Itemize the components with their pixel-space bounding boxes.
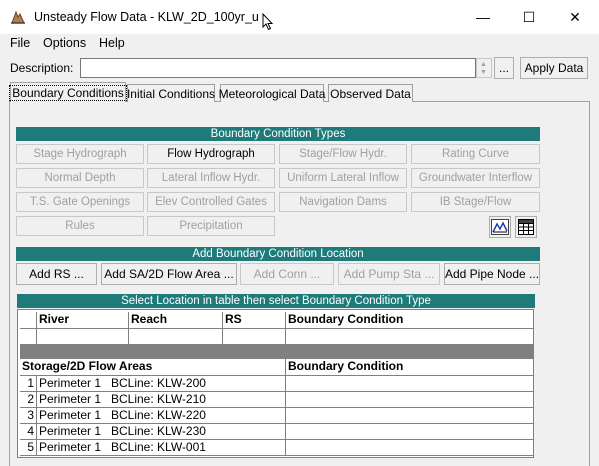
add-sa-2d-flow-area-button[interactable]: Add SA/2D Flow Area ... xyxy=(101,263,237,285)
stage-hydrograph-button[interactable]: Stage Hydrograph xyxy=(16,144,144,164)
normal-depth-button[interactable]: Normal Depth xyxy=(16,168,144,188)
description-input[interactable] xyxy=(80,58,476,78)
hydrograph-plot-icon xyxy=(491,219,509,235)
bcline-name[interactable]: BCLine: KLW-210 xyxy=(108,392,286,408)
apply-data-button[interactable]: Apply Data xyxy=(520,57,588,79)
reach-cell[interactable] xyxy=(129,329,223,345)
row-number-cell xyxy=(20,329,37,345)
tab-label: Initial Conditions xyxy=(126,86,216,101)
add-pipe-node-button[interactable]: Add Pipe Node ... xyxy=(444,263,540,285)
row-number: 2 xyxy=(20,392,37,408)
description-more-button[interactable]: ... xyxy=(494,57,514,79)
description-scroll-spinner[interactable]: ▲ ▼ xyxy=(476,58,492,78)
add-pump-station-button[interactable]: Add Pump Sta ... xyxy=(338,263,440,285)
add-conn-button[interactable]: Add Conn ... xyxy=(240,263,334,285)
column-header-reach[interactable]: Reach xyxy=(129,312,223,329)
storage-area-name[interactable]: Perimeter 1 xyxy=(37,392,108,408)
tab-label: Boundary Conditions xyxy=(9,84,127,101)
boundary-condition-cell[interactable] xyxy=(286,408,533,424)
minimize-button[interactable]: — xyxy=(460,0,506,34)
storage-area-name[interactable]: Perimeter 1 xyxy=(37,408,108,424)
hydrograph-plot-button[interactable] xyxy=(489,216,511,238)
add-rs-button[interactable]: Add RS ... xyxy=(16,263,97,285)
column-header-storage-boundary-condition[interactable]: Boundary Condition xyxy=(286,359,533,376)
column-header-storage-2d-flow-areas[interactable]: Storage/2D Flow Areas xyxy=(20,359,286,376)
boundary-condition-cell[interactable] xyxy=(286,329,533,345)
storage-area-name[interactable]: Perimeter 1 xyxy=(37,424,108,440)
flow-hydrograph-button[interactable]: Flow Hydrograph xyxy=(147,144,275,164)
column-header-river[interactable]: River xyxy=(37,312,129,329)
stage-flow-hydrograph-button[interactable]: Stage/Flow Hydr. xyxy=(279,144,407,164)
storage-area-name[interactable]: Perimeter 1 xyxy=(37,440,108,456)
column-header-boundary-condition[interactable]: Boundary Condition xyxy=(286,312,533,329)
menu-bar: File Options Help xyxy=(0,34,599,54)
menu-help[interactable]: Help xyxy=(99,36,125,50)
close-button[interactable]: ✕ xyxy=(552,0,598,34)
spin-up-icon[interactable]: ▲ xyxy=(480,61,487,69)
rules-button[interactable]: Rules xyxy=(16,216,144,236)
mouse-cursor-icon xyxy=(262,13,274,31)
boundary-condition-cell[interactable] xyxy=(286,440,533,456)
row-number: 1 xyxy=(20,376,37,392)
tab-meteorological-data[interactable]: Meteorological Data xyxy=(218,84,326,102)
row-header-corner xyxy=(20,312,37,329)
tab-label: Observed Data xyxy=(330,86,411,101)
add-location-header: Add Boundary Condition Location xyxy=(16,247,540,261)
storage-area-name[interactable]: Perimeter 1 xyxy=(37,376,108,392)
menu-options[interactable]: Options xyxy=(43,36,86,50)
table-view-button[interactable] xyxy=(515,216,537,238)
navigation-dams-button[interactable]: Navigation Dams xyxy=(279,192,407,212)
river-cell[interactable] xyxy=(37,329,129,345)
bcline-name[interactable]: BCLine: KLW-220 xyxy=(108,408,286,424)
boundary-condition-cell[interactable] xyxy=(286,424,533,440)
menu-file[interactable]: File xyxy=(10,36,30,50)
rating-curve-button[interactable]: Rating Curve xyxy=(411,144,540,164)
tab-initial-conditions[interactable]: Initial Conditions xyxy=(127,84,215,102)
lateral-inflow-hydrograph-button[interactable]: Lateral Inflow Hydr. xyxy=(147,168,275,188)
window-title: Unsteady Flow Data - KLW_2D_100yr_u xyxy=(34,10,259,24)
ts-gate-openings-button[interactable]: T.S. Gate Openings xyxy=(16,192,144,212)
column-header-rs[interactable]: RS xyxy=(223,312,286,329)
tab-observed-data[interactable]: Observed Data xyxy=(328,84,413,102)
row-number: 3 xyxy=(20,408,37,424)
spin-down-icon[interactable]: ▼ xyxy=(480,69,487,77)
row-number: 4 xyxy=(20,424,37,440)
maximize-button[interactable]: ☐ xyxy=(506,0,552,34)
boundary-condition-cell[interactable] xyxy=(286,376,533,392)
bcline-name[interactable]: BCLine: KLW-230 xyxy=(108,424,286,440)
uniform-lateral-inflow-button[interactable]: Uniform Lateral Inflow xyxy=(279,168,407,188)
boundary-condition-cell[interactable] xyxy=(286,392,533,408)
bc-types-header: Boundary Condition Types xyxy=(16,127,540,141)
precipitation-button[interactable]: Precipitation xyxy=(147,216,275,236)
bcline-name[interactable]: BCLine: KLW-200 xyxy=(108,376,286,392)
rs-cell[interactable] xyxy=(223,329,286,345)
table-grid-icon xyxy=(518,219,534,235)
tab-boundary-conditions[interactable]: Boundary Conditions xyxy=(9,82,127,102)
location-table[interactable]: River Reach RS Boundary Condition Storag… xyxy=(17,309,534,458)
tab-label: Meteorological Data xyxy=(218,86,326,101)
hec-ras-app-icon[interactable] xyxy=(10,9,26,25)
elev-controlled-gates-button[interactable]: Elev Controlled Gates xyxy=(147,192,275,212)
table-section-divider xyxy=(20,345,533,359)
bcline-name[interactable]: BCLine: KLW-001 xyxy=(108,440,286,456)
groundwater-interflow-button[interactable]: Groundwater Interflow xyxy=(411,168,540,188)
title-bar: Unsteady Flow Data - KLW_2D_100yr_u — ☐ … xyxy=(0,0,599,34)
description-label: Description: xyxy=(10,61,74,75)
location-table-header: Select Location in table then select Bou… xyxy=(17,294,535,308)
ib-stage-flow-button[interactable]: IB Stage/Flow xyxy=(411,192,540,212)
row-number: 5 xyxy=(20,440,37,456)
